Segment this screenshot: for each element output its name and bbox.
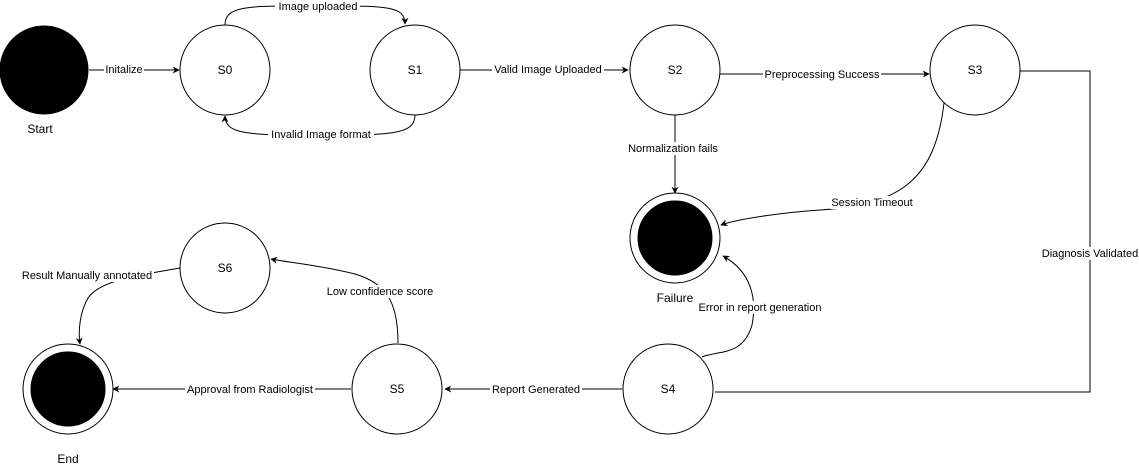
label-diagnosis-validated: Diagnosis Validated xyxy=(1042,248,1138,260)
label-normalization-fails: Normalization fails xyxy=(628,143,718,155)
label-invalid-image-format: Invalid Image format xyxy=(271,129,371,141)
start-node[interactable] xyxy=(0,25,89,115)
edge-diagnosis-validated xyxy=(715,70,1091,393)
state-s6-label: S6 xyxy=(218,261,233,275)
state-s2-label: S2 xyxy=(668,63,683,77)
label-session-timeout: Session Timeout xyxy=(831,197,912,209)
label-initialize: Initalize xyxy=(105,64,142,76)
label-report-generated: Report Generated xyxy=(492,384,580,396)
failure-node-inner xyxy=(637,200,713,276)
state-s3-label: S3 xyxy=(968,63,983,77)
label-image-uploaded: Image uploaded xyxy=(279,1,358,13)
state-s0-label: S0 xyxy=(218,63,233,77)
label-preprocessing-success: Preprocessing Success xyxy=(765,69,880,81)
label-result-manually-annotated: Result Manually annotated xyxy=(22,270,152,282)
states: Start S0 S1 S2 S3 Failure S6 S5 S4 End xyxy=(0,24,1021,466)
label-error-in-report-generation: Error in report generation xyxy=(699,302,822,314)
label-valid-image-uploaded: Valid Image Uploaded xyxy=(494,64,601,76)
edge-low-confidence-score xyxy=(270,256,399,344)
state-s1-label: S1 xyxy=(408,63,423,77)
state-s5-label: S5 xyxy=(390,382,405,396)
label-low-confidence-score: Low confidence score xyxy=(327,286,433,298)
end-node-inner xyxy=(30,351,106,427)
start-label: Start xyxy=(27,122,53,136)
failure-label: Failure xyxy=(657,291,694,305)
state-s4-label: S4 xyxy=(661,382,676,396)
label-approval-from-radiologist: Approval from Radiologist xyxy=(187,384,313,396)
state-diagram: Initalize Image uploaded Invalid Image f… xyxy=(0,0,1139,466)
end-label: End xyxy=(57,452,78,466)
